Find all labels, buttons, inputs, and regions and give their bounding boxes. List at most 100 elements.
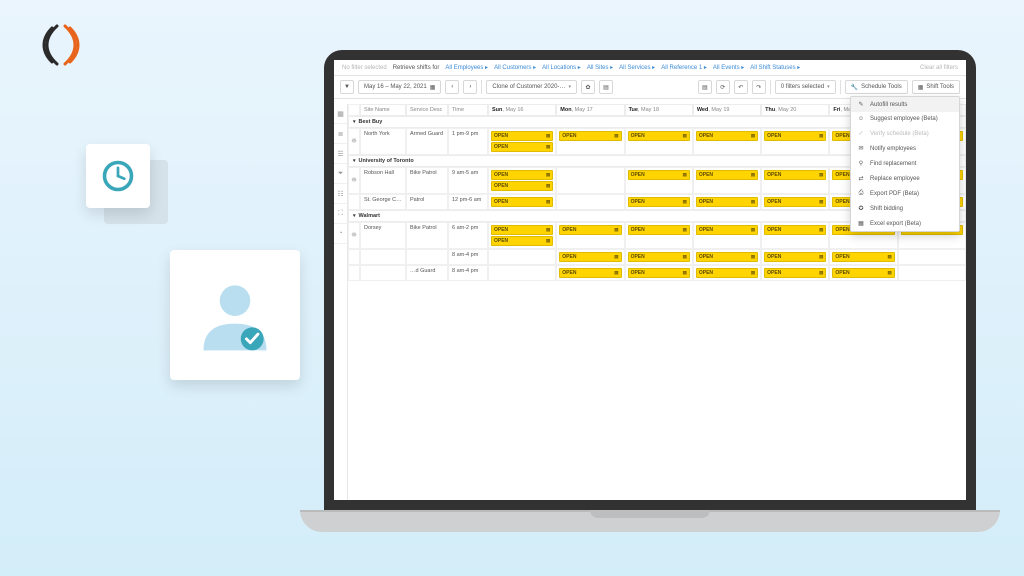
open-shift[interactable]: OPEN▤ bbox=[764, 252, 826, 262]
row-icon[interactable]: ⛯ bbox=[348, 128, 360, 155]
day-cell[interactable]: OPEN▤ bbox=[693, 222, 761, 249]
day-cell[interactable]: OPEN▤ bbox=[556, 249, 624, 265]
filter-ref1[interactable]: All Reference 1 ▸ bbox=[661, 64, 707, 71]
day-cell[interactable]: OPEN▤ bbox=[556, 265, 624, 281]
open-shift[interactable]: OPEN▤ bbox=[559, 225, 621, 235]
day-cell[interactable]: OPEN▤ bbox=[625, 167, 693, 194]
day-cell[interactable]: OPEN▤OPEN▤ bbox=[488, 167, 556, 194]
menu-item[interactable]: ☺Suggest employee (Beta) bbox=[851, 112, 959, 126]
day-cell[interactable]: OPEN▤ bbox=[625, 222, 693, 249]
rail-icon-5[interactable]: ⛶ bbox=[334, 204, 347, 224]
redo-button[interactable]: ↷ bbox=[752, 80, 766, 94]
day-cell[interactable]: OPEN▤ bbox=[761, 194, 829, 210]
day-cell[interactable]: OPEN▤ bbox=[625, 194, 693, 210]
filter-services[interactable]: All Services ▸ bbox=[619, 64, 655, 71]
open-shift[interactable]: OPEN▤ bbox=[491, 131, 553, 141]
menu-item[interactable]: ✪Shift bidding bbox=[851, 201, 959, 216]
day-cell[interactable] bbox=[898, 249, 966, 265]
open-shift[interactable]: OPEN▤ bbox=[696, 170, 758, 180]
day-cell[interactable]: OPEN▤ bbox=[761, 249, 829, 265]
clear-filters[interactable]: Clear all filters bbox=[920, 65, 958, 71]
day-cell[interactable] bbox=[898, 265, 966, 281]
day-cell[interactable] bbox=[556, 167, 624, 194]
row-icon[interactable] bbox=[348, 194, 360, 210]
print-button[interactable]: ▤ bbox=[698, 80, 712, 94]
filter-locations[interactable]: All Locations ▸ bbox=[542, 64, 581, 71]
filter-employees[interactable]: All Employees ▸ bbox=[445, 64, 488, 71]
filter-customers[interactable]: All Customers ▸ bbox=[494, 64, 536, 71]
open-shift[interactable]: OPEN▤ bbox=[764, 197, 826, 207]
open-shift[interactable]: OPEN▤ bbox=[491, 197, 553, 207]
day-cell[interactable]: OPEN▤ bbox=[488, 194, 556, 210]
day-cell[interactable]: OPEN▤ bbox=[761, 167, 829, 194]
settings-button[interactable]: ✿ bbox=[581, 80, 595, 94]
menu-item[interactable]: ✎Autofill results bbox=[851, 97, 959, 112]
shift-tools-button[interactable]: ▦ Shift Tools bbox=[912, 80, 960, 94]
day-cell[interactable]: OPEN▤ bbox=[693, 265, 761, 281]
open-shift[interactable]: OPEN▤ bbox=[696, 225, 758, 235]
day-cell[interactable]: OPEN▤ bbox=[761, 265, 829, 281]
rail-icon-2[interactable]: ☰ bbox=[334, 144, 347, 164]
day-cell[interactable]: OPEN▤ bbox=[625, 128, 693, 155]
day-cell[interactable] bbox=[488, 265, 556, 281]
filter-events[interactable]: All Events ▸ bbox=[713, 64, 744, 71]
col-day[interactable]: Mon, May 17 bbox=[556, 104, 624, 116]
col-day[interactable]: Thu, May 20 bbox=[761, 104, 829, 116]
menu-item[interactable]: ✉Notify employees bbox=[851, 141, 959, 156]
row-icon[interactable]: ⛯ bbox=[348, 222, 360, 249]
row-icon[interactable] bbox=[348, 249, 360, 265]
open-shift[interactable]: OPEN▤ bbox=[491, 170, 553, 180]
open-shift[interactable]: OPEN▤ bbox=[696, 131, 758, 141]
day-cell[interactable]: OPEN▤ bbox=[693, 128, 761, 155]
day-cell[interactable]: OPEN▤ bbox=[625, 265, 693, 281]
day-cell[interactable]: OPEN▤ bbox=[693, 167, 761, 194]
open-shift[interactable]: OPEN▤ bbox=[628, 197, 690, 207]
clone-select[interactable]: Clone of Customer 2020-… ▾ bbox=[486, 80, 577, 94]
open-shift[interactable]: OPEN▤ bbox=[832, 252, 894, 262]
open-shift[interactable]: OPEN▤ bbox=[764, 268, 826, 278]
open-shift[interactable]: OPEN▤ bbox=[764, 170, 826, 180]
row-icon[interactable]: ⛯ bbox=[348, 167, 360, 194]
rail-icon-4[interactable]: ☷ bbox=[334, 184, 347, 204]
prev-week-button[interactable]: ‹ bbox=[445, 80, 459, 94]
rail-icon-3[interactable]: ⏷ bbox=[334, 164, 347, 184]
open-shift[interactable]: OPEN▤ bbox=[696, 252, 758, 262]
day-cell[interactable]: OPEN▤ bbox=[693, 194, 761, 210]
schedule-tools-button[interactable]: 🔧 Schedule Tools bbox=[845, 80, 908, 94]
open-shift[interactable]: OPEN▤ bbox=[491, 236, 553, 246]
col-day[interactable]: Wed, May 19 bbox=[693, 104, 761, 116]
day-cell[interactable]: OPEN▤ bbox=[761, 222, 829, 249]
date-range-picker[interactable]: May 16 – May 22, 2021 ▦ bbox=[358, 80, 441, 94]
refresh-button[interactable]: ⟳ bbox=[716, 80, 730, 94]
menu-item[interactable]: ▦Excel export (Beta) bbox=[851, 216, 959, 231]
day-cell[interactable]: OPEN▤ bbox=[556, 128, 624, 155]
menu-item[interactable]: ⇄Replace employee bbox=[851, 171, 959, 186]
open-shift[interactable]: OPEN▤ bbox=[491, 225, 553, 235]
day-cell[interactable]: OPEN▤ bbox=[693, 249, 761, 265]
open-shift[interactable]: OPEN▤ bbox=[628, 268, 690, 278]
col-service[interactable]: Service Desc bbox=[406, 104, 448, 116]
undo-button[interactable]: ↶ bbox=[734, 80, 748, 94]
open-shift[interactable]: OPEN▤ bbox=[764, 225, 826, 235]
menu-item[interactable]: ⚲Find replacement bbox=[851, 156, 959, 171]
filter-sites[interactable]: All Sites ▸ bbox=[587, 64, 613, 71]
day-cell[interactable]: OPEN▤ bbox=[761, 128, 829, 155]
day-cell[interactable]: OPEN▤ bbox=[556, 222, 624, 249]
rail-icon-6[interactable]: ◔ bbox=[334, 224, 347, 244]
row-icon[interactable] bbox=[348, 265, 360, 281]
col-time[interactable]: Time bbox=[448, 104, 488, 116]
open-shift[interactable]: OPEN▤ bbox=[628, 170, 690, 180]
open-shift[interactable]: OPEN▤ bbox=[559, 268, 621, 278]
open-shift[interactable]: OPEN▤ bbox=[832, 268, 894, 278]
day-cell[interactable]: OPEN▤ bbox=[829, 265, 897, 281]
day-cell[interactable] bbox=[556, 194, 624, 210]
day-cell[interactable]: OPEN▤ bbox=[829, 249, 897, 265]
rail-icon-0[interactable]: ▦ bbox=[334, 104, 347, 124]
col-site[interactable]: Site Name bbox=[360, 104, 406, 116]
day-cell[interactable] bbox=[488, 249, 556, 265]
open-shift[interactable]: OPEN▤ bbox=[696, 268, 758, 278]
open-shift[interactable]: OPEN▤ bbox=[628, 131, 690, 141]
menu-item[interactable]: ⎙Export PDF (Beta) bbox=[851, 186, 959, 201]
next-week-button[interactable]: › bbox=[463, 80, 477, 94]
day-cell[interactable]: OPEN▤ bbox=[625, 249, 693, 265]
